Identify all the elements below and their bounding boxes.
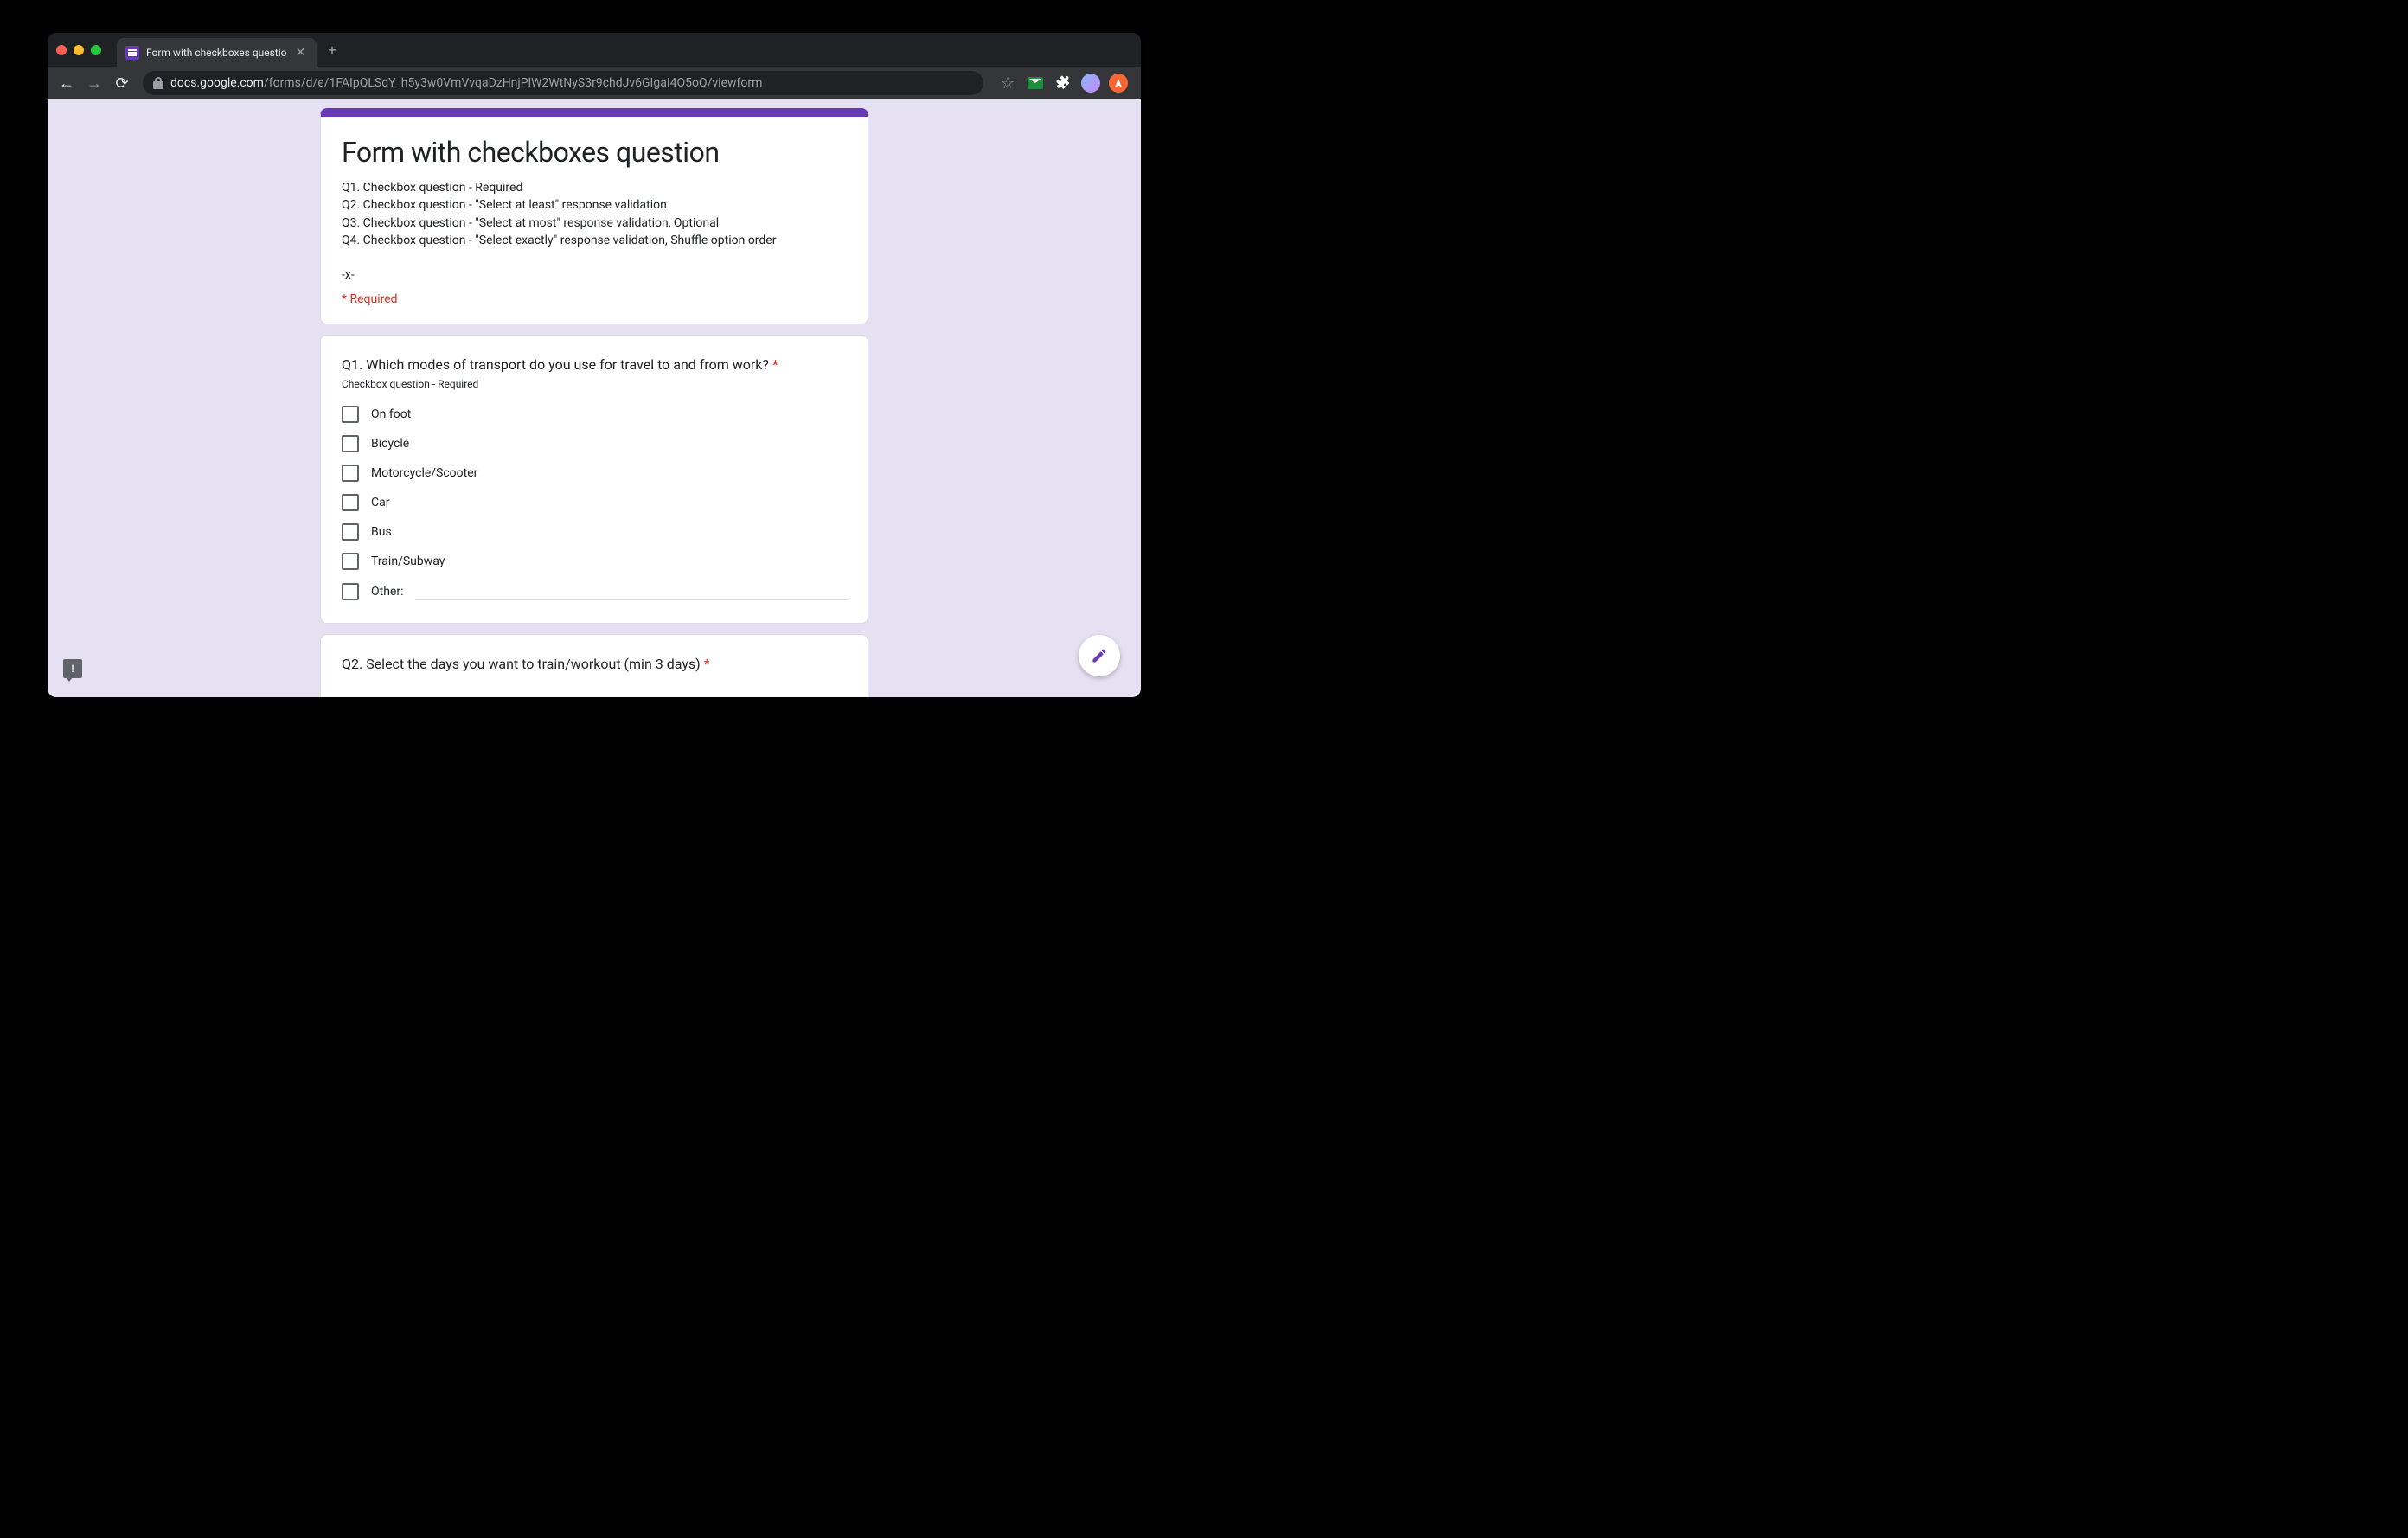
mail-extension-icon[interactable] [1025, 73, 1046, 93]
checkbox-input[interactable] [342, 406, 359, 423]
window-maximize-button[interactable] [91, 45, 101, 55]
checkbox-option-other: Other: [342, 582, 847, 600]
toolbar-actions [992, 73, 1134, 93]
checkbox-input[interactable] [342, 494, 359, 511]
checkbox-input[interactable] [342, 553, 359, 570]
window-minimize-button[interactable] [74, 45, 84, 55]
page-viewport: Form with checkboxes question Q1. Checkb… [48, 99, 1141, 697]
forward-button[interactable]: → [82, 71, 106, 95]
report-problem-button[interactable] [63, 659, 82, 678]
tab-title: Form with checkboxes questio [146, 47, 287, 59]
checkbox-input[interactable] [342, 523, 359, 541]
extensions-icon[interactable] [1053, 73, 1073, 93]
checkbox-option: On foot [342, 406, 847, 423]
pencil-icon [1091, 647, 1108, 664]
option-label[interactable]: Car [371, 496, 389, 509]
other-text-input[interactable] [415, 582, 847, 600]
new-tab-button[interactable]: + [317, 42, 349, 58]
reload-button[interactable]: ⟳ [110, 71, 134, 95]
browser-toolbar: ← → ⟳ docs.google.com/forms/d/e/1FAIpQLS… [48, 67, 1141, 99]
form-container: Form with checkboxes question Q1. Checkb… [320, 99, 868, 697]
desc-line: Q1. Checkbox question - Required [342, 179, 847, 196]
checkbox-input[interactable] [342, 435, 359, 452]
question-title: Q1. Which modes of transport do you use … [342, 356, 847, 373]
checkbox-option: Motorcycle/Scooter [342, 465, 847, 482]
window-controls [56, 45, 117, 55]
edit-form-fab[interactable] [1079, 635, 1120, 676]
url-text: docs.google.com/forms/d/e/1FAIpQLSdY_h5y… [170, 76, 973, 90]
required-note: * Required [342, 292, 847, 306]
question-subtitle: Checkbox question - Required [342, 378, 847, 390]
checkbox-option: Train/Subway [342, 553, 847, 570]
question-card-q2: Q2. Select the days you want to train/wo… [320, 634, 868, 697]
form-description: Q1. Checkbox question - Required Q2. Che… [342, 179, 847, 284]
checkbox-option: Bus [342, 523, 847, 541]
option-label-other[interactable]: Other: [371, 585, 403, 599]
desc-footer: -x- [342, 266, 847, 284]
question-title: Q2. Select the days you want to train/wo… [342, 656, 847, 672]
checkbox-input[interactable] [342, 465, 359, 482]
checkbox-option: Bicycle [342, 435, 847, 452]
lock-icon [153, 77, 163, 89]
bookmark-star-icon[interactable] [997, 73, 1018, 93]
window-close-button[interactable] [56, 45, 67, 55]
option-label[interactable]: Bus [371, 525, 392, 539]
tab-close-button[interactable]: ✕ [294, 46, 308, 60]
browser-tab[interactable]: Form with checkboxes questio ✕ [117, 38, 317, 67]
checkbox-input[interactable] [342, 583, 359, 600]
option-label[interactable]: Bicycle [371, 437, 409, 451]
forms-favicon-icon [125, 46, 139, 60]
address-bar[interactable]: docs.google.com/forms/d/e/1FAIpQLSdY_h5y… [143, 71, 983, 95]
tab-bar: Form with checkboxes questio ✕ + [48, 33, 1141, 67]
option-label[interactable]: Train/Subway [371, 554, 445, 568]
option-label[interactable]: On foot [371, 407, 411, 421]
desc-line: Q3. Checkbox question - "Select at most"… [342, 215, 847, 232]
extension-badge-icon[interactable] [1108, 73, 1129, 93]
profile-avatar[interactable] [1080, 73, 1101, 93]
required-star: * [772, 356, 778, 373]
question-card-q1: Q1. Which modes of transport do you use … [320, 335, 868, 624]
desc-line: Q2. Checkbox question - "Select at least… [342, 196, 847, 214]
checkbox-option: Car [342, 494, 847, 511]
option-label[interactable]: Motorcycle/Scooter [371, 466, 477, 480]
form-title: Form with checkboxes question [342, 136, 847, 169]
back-button[interactable]: ← [54, 71, 79, 95]
form-header-card: Form with checkboxes question Q1. Checkb… [320, 108, 868, 324]
desc-line: Q4. Checkbox question - "Select exactly"… [342, 232, 847, 249]
required-star: * [704, 656, 710, 672]
browser-window: Form with checkboxes questio ✕ + ← → ⟳ d… [48, 33, 1141, 697]
